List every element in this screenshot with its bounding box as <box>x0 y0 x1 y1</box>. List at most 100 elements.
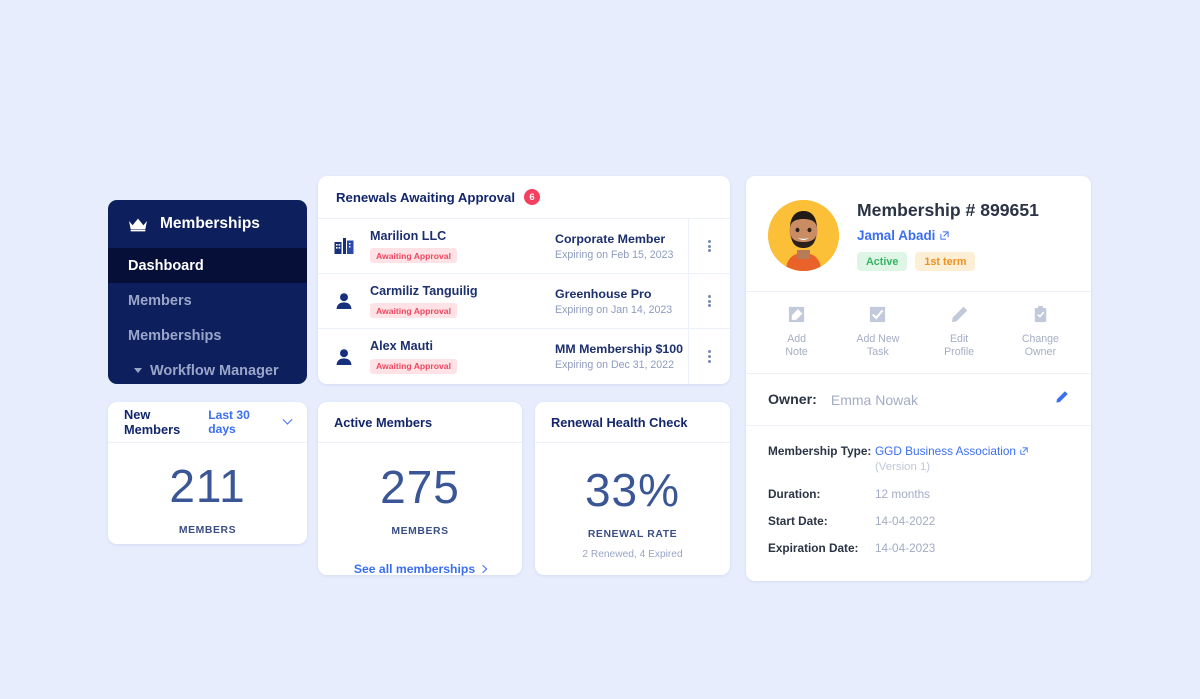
renewals-count-badge: 6 <box>524 189 541 205</box>
person-icon <box>318 348 370 366</box>
detail-header-text: Membership # 899651 Jamal Abadi Active 1… <box>857 200 1039 271</box>
membership-type-link[interactable]: GGD Business Association <box>875 444 1028 458</box>
page-title: Membership # 899651 <box>857 200 1039 220</box>
edit-profile-button[interactable]: Edit Profile <box>919 305 1000 359</box>
sidebar-item-dashboard[interactable]: Dashboard <box>108 248 307 283</box>
renewal-plan: Greenhouse Pro Expiring on Jan 14, 2023 <box>555 287 688 316</box>
field-key: Expiration Date: <box>768 541 859 556</box>
field-membership-type: Membership Type: GGD Business Associatio… <box>768 444 1069 473</box>
change-owner-button[interactable]: Change Owner <box>1000 305 1081 359</box>
sidebar-item-memberships[interactable]: Memberships <box>108 318 307 353</box>
active-members-body: 275 MEMBERS See all memberships <box>318 460 522 578</box>
renewals-title: Renewals Awaiting Approval <box>336 189 516 205</box>
crown-icon <box>128 217 148 232</box>
edit-owner-pencil-icon[interactable] <box>1055 390 1069 409</box>
member-link-label: Jamal Abadi <box>857 228 936 243</box>
kebab-menu-icon[interactable] <box>688 219 730 273</box>
term-badge: 1st term <box>915 252 976 271</box>
card-title: Renewal Health Check <box>551 414 688 430</box>
see-all-memberships-link[interactable]: See all memberships <box>353 562 488 576</box>
plan-name: MM Membership $1000- i <box>555 342 683 356</box>
owner-row: Owner: Emma Nowak <box>746 374 1091 427</box>
card-title: Active Members <box>334 414 433 430</box>
card-title: New Members <box>124 407 181 437</box>
renewal-health-header: Renewal Health Check <box>535 402 730 443</box>
status-badge: Active <box>857 252 908 271</box>
kebab-menu-icon[interactable] <box>688 329 730 384</box>
table-row[interactable]: Alex Mauti Awaiting Approval MM Membersh… <box>318 329 730 384</box>
stat-value: 211 <box>169 460 246 512</box>
sidebar: Memberships Dashboard Members Membership… <box>108 200 307 384</box>
edit-profile-line1: Edit <box>949 333 969 345</box>
sidebar-item-workflow-manager[interactable]: Workflow Manager <box>108 353 307 384</box>
stat-unit: RENEWAL RATE <box>587 529 678 540</box>
kebab-menu-icon[interactable] <box>688 274 730 328</box>
renewals-header: Renewals Awaiting Approval 6 <box>318 176 730 219</box>
clipboard-icon <box>1000 305 1081 325</box>
renewal-health-body: 33% RENEWAL RATE 2 Renewed, 4 Expired <box>535 463 730 560</box>
status-badge: Awaiting Approval <box>370 358 457 374</box>
sidebar-item-label: Members <box>128 292 192 309</box>
detail-fields: Membership Type: GGD Business Associatio… <box>746 426 1091 555</box>
chevron-right-icon <box>478 564 488 574</box>
add-task-line2: Task <box>866 346 889 359</box>
sidebar-item-members[interactable]: Members <box>108 283 307 318</box>
new-members-body: 211 MEMBERS <box>108 459 307 536</box>
add-note-line2: Note <box>785 346 808 359</box>
sidebar-brand-label: Memberships <box>160 215 260 232</box>
sidebar-item-label: Memberships <box>128 327 222 344</box>
status-badge: Awaiting Approval <box>370 303 457 318</box>
renewal-plan: Corporate Member Expiring on Feb 15, 202… <box>555 232 688 261</box>
sidebar-item-label: Dashboard <box>128 257 204 274</box>
chevron-down-icon <box>282 414 293 425</box>
add-new-task-button[interactable]: Add New Task <box>837 305 918 359</box>
detail-action-bar: Add Note Add New Task Edit Profile Chang… <box>746 291 1091 375</box>
add-note-button[interactable]: Add Note <box>756 305 837 359</box>
add-note-line1: Add <box>787 333 807 345</box>
plan-name: Corporate Member <box>555 231 666 246</box>
membership-type-label: GGD Business Association <box>875 444 1016 459</box>
sidebar-item-label: Workflow Manager <box>150 362 279 379</box>
field-expiration-date: Expiration Date: 14-04-2023 <box>768 541 1069 555</box>
table-row[interactable]: Marilion LLC Awaiting Approval Corporate… <box>318 219 730 274</box>
active-members-card: Active Members 275 MEMBERS See all membe… <box>318 402 522 578</box>
member-name: Alex Mauti <box>370 339 433 353</box>
caret-down-icon <box>134 368 142 373</box>
field-key: Membership Type: <box>768 444 872 459</box>
note-edit-icon <box>756 305 837 325</box>
external-link-icon <box>940 231 949 240</box>
pencil-icon <box>919 305 1000 325</box>
add-task-line1: Add New <box>856 333 900 345</box>
renewal-plan: MM Membership $1000- i Expiring on Dec 3… <box>555 342 688 371</box>
renewal-member: Alex Mauti Awaiting Approval <box>370 339 555 374</box>
stat-unit: MEMBERS <box>178 525 237 536</box>
field-value: 14-04-2022 <box>875 514 936 529</box>
field-value: 14-04-2023 <box>875 541 936 556</box>
date-range-dropdown[interactable]: Last 30 days <box>208 408 293 436</box>
stat-unit: MEMBERS <box>391 526 449 537</box>
member-link[interactable]: Jamal Abadi <box>857 228 949 243</box>
stat-sub: 2 Renewed, 4 Expired <box>582 549 683 560</box>
plan-expiry: Expiring on Jan 14, 2023 <box>555 303 673 316</box>
active-members-header: Active Members <box>318 402 522 443</box>
renewal-member: Marilion LLC Awaiting Approval <box>370 229 555 264</box>
field-key: Start Date: <box>768 514 828 529</box>
membership-version: (Version 1) <box>875 461 931 474</box>
see-all-memberships-label: See all memberships <box>353 562 476 576</box>
plan-name: Greenhouse Pro <box>555 286 652 301</box>
stat-value: 275 <box>380 461 460 513</box>
person-icon <box>318 292 370 310</box>
owner-label: Owner: <box>768 391 817 408</box>
renewals-card: Renewals Awaiting Approval 6 Marilion LL… <box>318 176 730 384</box>
table-row[interactable]: Carmiliz Tanguilig Awaiting Approval Gre… <box>318 274 730 329</box>
field-duration: Duration: 12 months <box>768 487 1069 501</box>
edit-profile-line2: Profile <box>944 346 975 359</box>
new-members-header: New Members Last 30 days <box>108 402 307 443</box>
member-name: Marilion LLC <box>370 228 447 243</box>
plan-expiry: Expiring on Dec 31, 2022 <box>555 359 674 371</box>
building-icon <box>318 237 370 255</box>
checkbox-check-icon <box>837 305 918 325</box>
plan-expiry: Expiring on Feb 15, 2023 <box>555 248 674 261</box>
field-key: Duration: <box>768 487 821 502</box>
member-name: Carmiliz Tanguilig <box>370 283 478 298</box>
